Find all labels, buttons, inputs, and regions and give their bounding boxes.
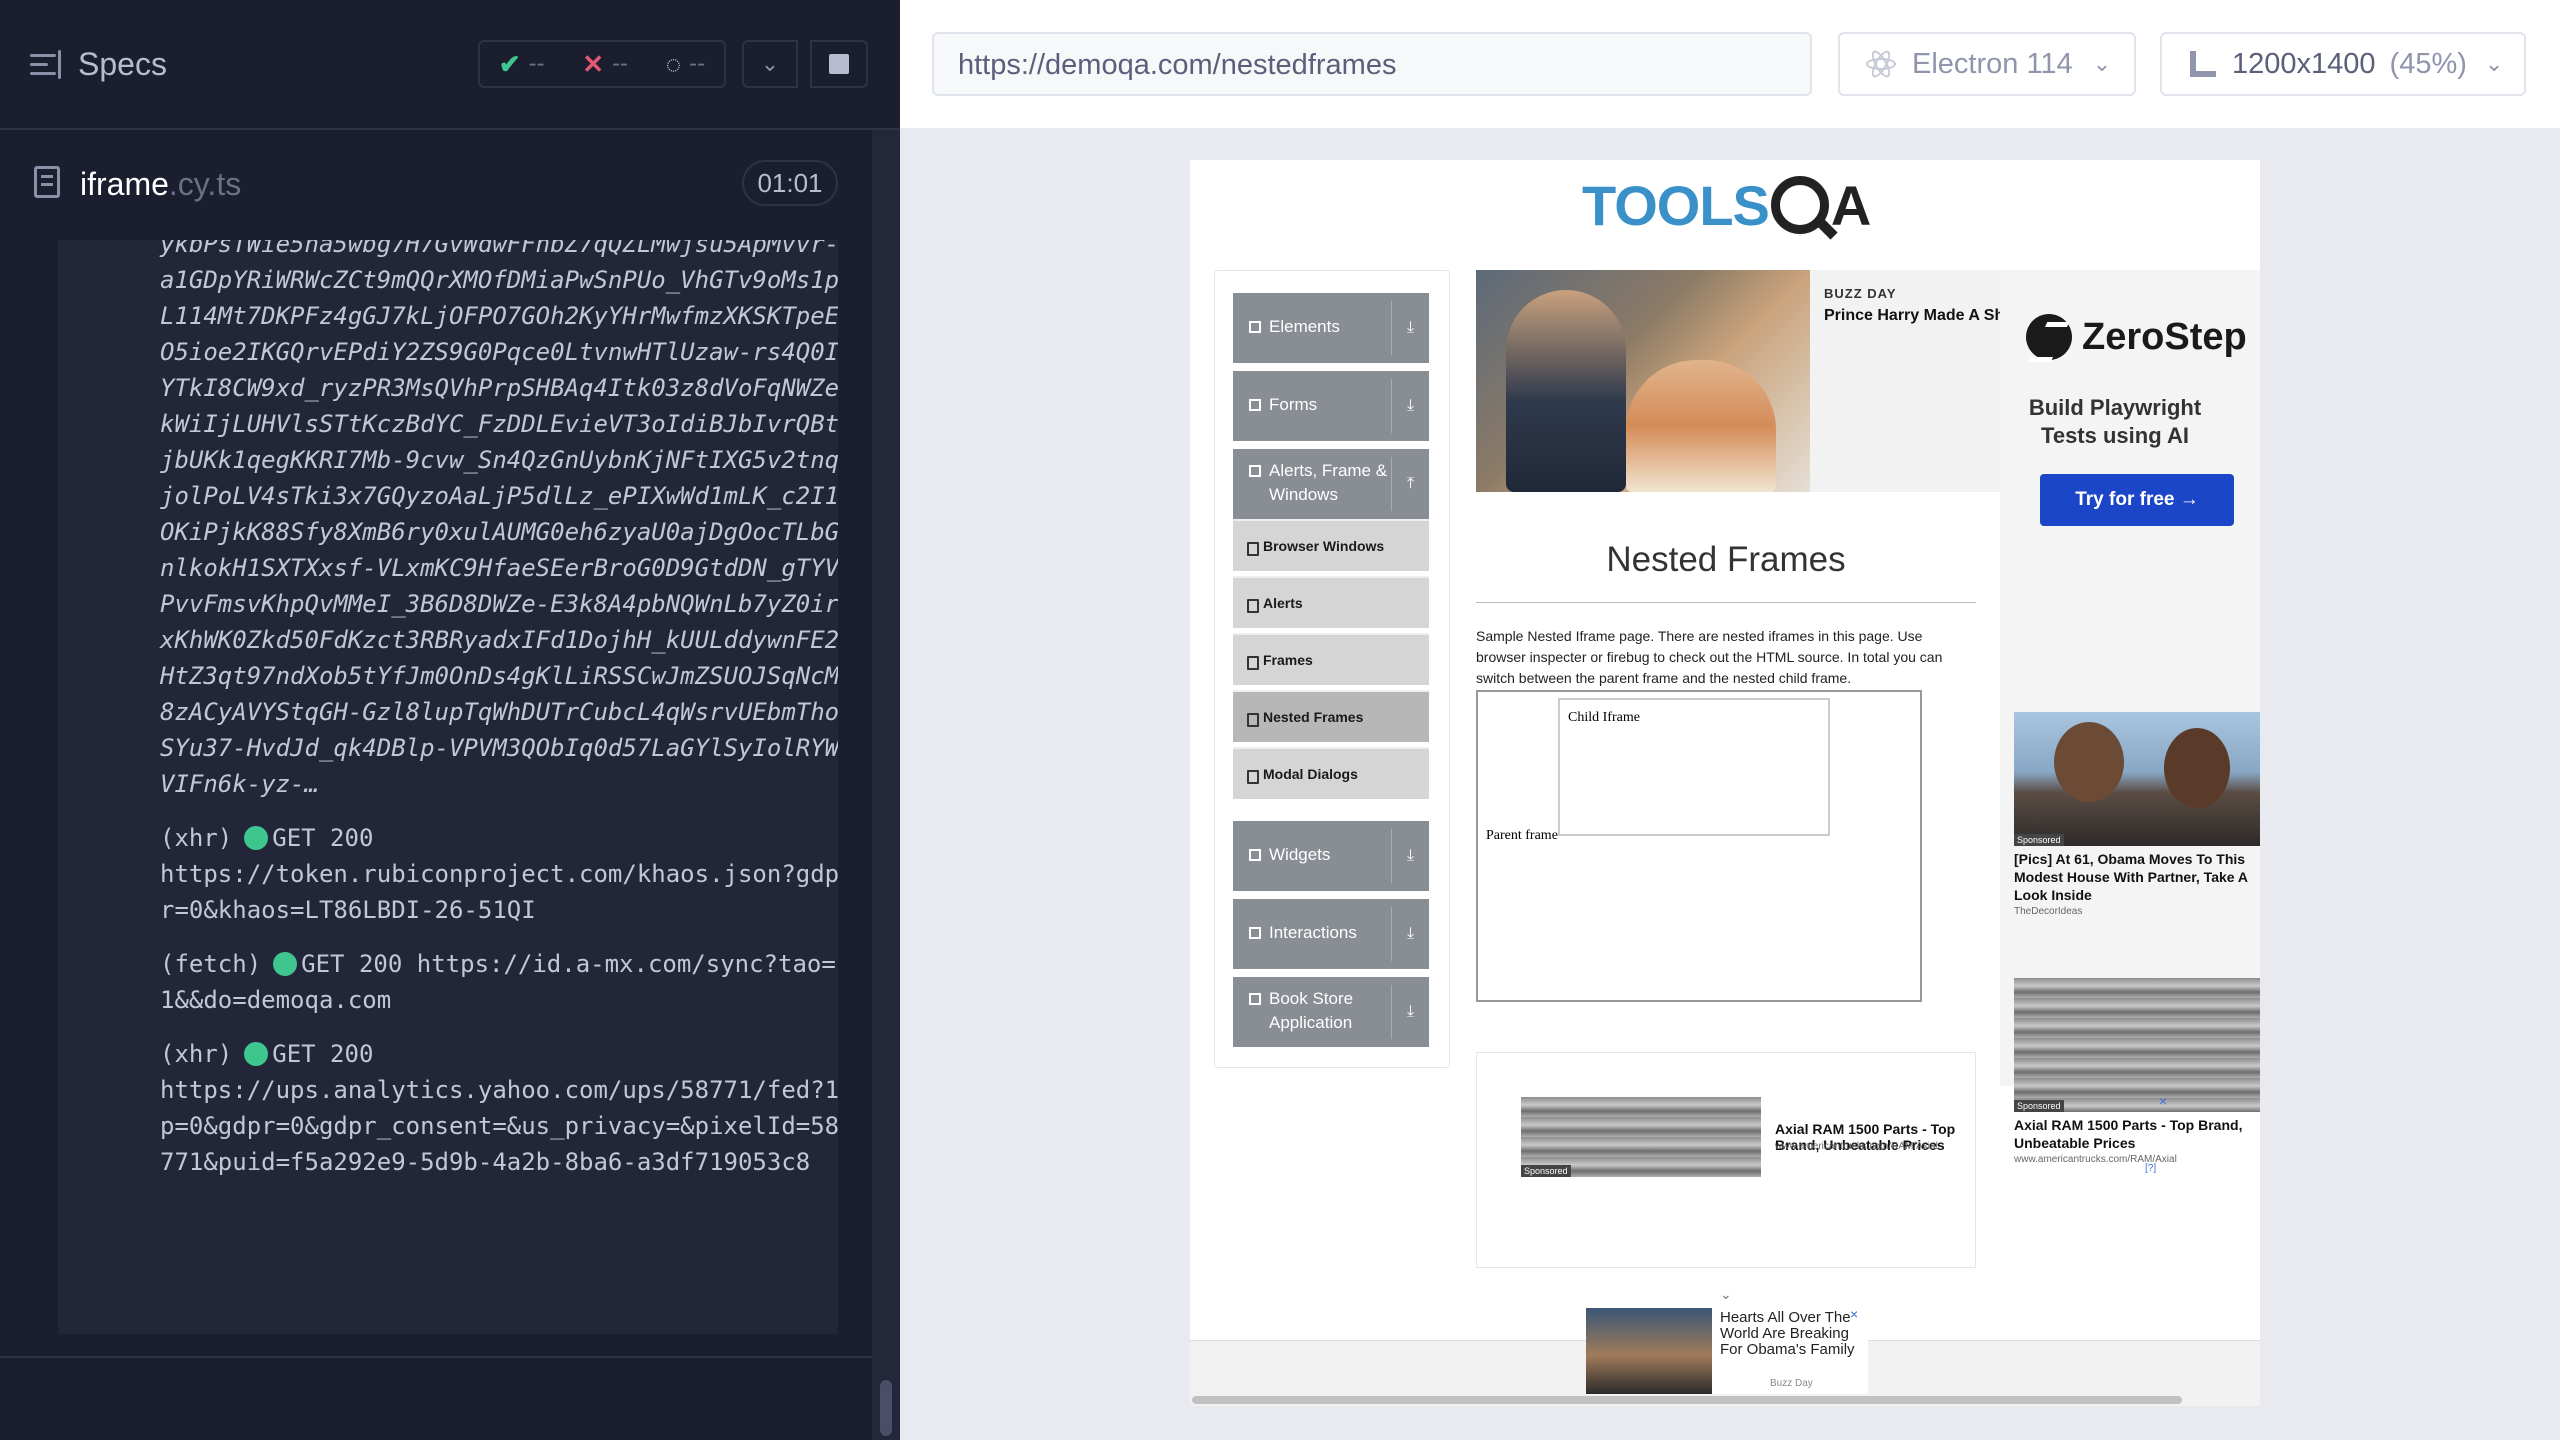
browser-selector[interactable]: Electron 114 ⌄ (1838, 32, 2136, 96)
upload-icon: ⤒ (1391, 457, 1429, 511)
electron-icon (1866, 48, 1896, 80)
parent-frame[interactable]: Parent frame Child Iframe (1476, 690, 1922, 1002)
form-icon (1249, 399, 1261, 411)
divider (1476, 602, 1976, 603)
chevron-down-icon[interactable]: ⌄ (1720, 1286, 1732, 1303)
sidebar-group-interactions[interactable]: Interactions ⤓ (1233, 899, 1429, 969)
zerostep-ad[interactable]: ZeroStep Build Playwright Tests using AI… (2000, 270, 2260, 1165)
sidebar-group-book-store[interactable]: Book Store Application ⤓ (1233, 977, 1429, 1047)
page-title: Nested Frames (1606, 540, 1846, 579)
spinner-icon: ◌ (665, 48, 682, 79)
try-for-free-button[interactable]: Try for free → (2040, 474, 2234, 526)
status-dot-icon (244, 1042, 269, 1066)
close-icon[interactable]: × (2159, 1093, 2167, 1109)
pending-count: ◌ -- (665, 48, 706, 79)
runner-panel: Specs ✔ -- ✕ -- ◌ -- ⌄ iframe.cy.ts 01:01 y… (0, 0, 900, 1440)
app-under-test[interactable]: TOOLS A Elements ⤓ Forms ⤓ Alerts, Frame… (1190, 160, 2260, 1406)
sidebar-item-browser-windows[interactable]: Browser Windows (1233, 519, 1429, 571)
child-frame-label: Child Iframe (1568, 710, 1640, 725)
ad-image: Sponsored (1521, 1097, 1761, 1177)
log-entry[interactable]: (xhr) GET 200 https://ups.analytics.yahoo.… (160, 1036, 838, 1180)
passed-count: ✔ -- (498, 48, 545, 79)
aut-toolbar: https://demoqa.com/nestedframes Electron… (900, 0, 2560, 128)
zerostep-logo: ZeroStep (2026, 314, 2247, 360)
log-entry[interactable]: (fetch) GET 200 https://id.a-mx.com/sync?… (160, 946, 838, 1018)
sidebar-item-frames[interactable]: Frames (1233, 633, 1429, 685)
spec-file-row[interactable]: iframe.cy.ts 01:01 (0, 150, 900, 216)
status-dot-icon (244, 826, 269, 850)
ad-image: Sponsored (2014, 978, 2260, 1112)
check-icon: ✔ (498, 48, 521, 79)
stop-icon (829, 54, 849, 74)
cursor-icon (1249, 927, 1261, 939)
log-entry[interactable]: (xhr) GET 200 https://token.rubiconproject… (160, 820, 838, 928)
adchoices-icon[interactable]: [?] (2145, 1163, 2156, 1174)
log-response-blob: ykbPsTWie5ha5wbg7H7GvWdwFFhbZ7qQZLMwjsu5… (160, 240, 838, 798)
page-description: Sample Nested Iframe page. There are nes… (1476, 628, 1943, 686)
ad-image (1586, 1308, 1712, 1394)
sidebar-group-elements[interactable]: Elements ⤓ (1233, 293, 1429, 363)
viewport-selector[interactable]: 1200x1400 (45%) ⌄ (2160, 32, 2526, 96)
ad-image: Sponsored (2014, 712, 2260, 846)
specs-list-toggle-icon[interactable] (30, 50, 64, 80)
sidebar-group-widgets[interactable]: Widgets ⤓ (1233, 821, 1429, 891)
test-stats: ✔ -- ✕ -- ◌ -- (478, 40, 726, 88)
chevron-down-icon[interactable]: ⌄ (742, 40, 798, 88)
news-ad-image[interactable] (1476, 270, 1810, 492)
download-icon: ⤓ (1391, 907, 1429, 961)
specs-label[interactable]: Specs (78, 46, 167, 83)
spec-file-name: iframe.cy.ts (80, 166, 242, 202)
viewport-scale: (45%) (2389, 47, 2467, 80)
stop-button[interactable] (810, 40, 868, 88)
browser-label: Electron 114 (1912, 47, 2073, 80)
toolsqa-logo[interactable]: TOOLS A (1582, 170, 1871, 240)
gear-icon (1770, 176, 1829, 234)
zerostep-icon (2026, 314, 2072, 360)
download-icon: ⤓ (1391, 379, 1429, 433)
scrollbar-thumb[interactable] (880, 1380, 892, 1436)
divider (0, 1356, 880, 1358)
chevron-down-icon: ⌄ (2484, 51, 2504, 76)
side-ad-card[interactable]: Sponsored Axial RAM 1500 Parts - Top Bra… (2014, 978, 2260, 1165)
zerostep-tagline: Build Playwright Tests using AI (2028, 395, 2202, 448)
sidebar-item-alerts[interactable]: Alerts (1233, 576, 1429, 628)
parent-frame-label: Parent frame (1486, 828, 1558, 843)
floating-ad[interactable]: ⌄ Hearts All Over The World Are Breaking… (1586, 1286, 1868, 1394)
command-log[interactable]: ykbPsTWie5ha5wbg7H7GvWdwFFhbZ7qQZLMwjsu5… (58, 240, 838, 1334)
log-scrollbar[interactable] (872, 130, 900, 1440)
sidebar-group-forms[interactable]: Forms ⤓ (1233, 371, 1429, 441)
book-icon (1249, 993, 1261, 1005)
document-icon (34, 166, 60, 198)
failed-count: ✕ -- (582, 48, 629, 79)
list-icon (1249, 321, 1261, 333)
sidebar-item-modal-dialogs[interactable]: Modal Dialogs (1233, 747, 1429, 799)
download-icon: ⤓ (1391, 829, 1429, 883)
runner-header: Specs ✔ -- ✕ -- ◌ -- ⌄ (0, 0, 900, 130)
x-icon: ✕ (582, 48, 605, 79)
bottom-banner-ad[interactable]: Sponsored Axial RAM 1500 Parts - Top Bra… (1476, 1052, 2167, 1268)
news-ad-text[interactable]: BUZZ DAY Prince Harry Made A Sh (1810, 270, 2000, 492)
window-icon (1249, 465, 1261, 477)
url-field[interactable]: https://demoqa.com/nestedframes (932, 32, 1812, 96)
sidebar-group-alerts[interactable]: Alerts, Frame & Windows ⤒ (1233, 449, 1429, 519)
status-dot-icon (273, 952, 298, 976)
viewport-size: 1200x1400 (2232, 47, 2376, 80)
chevron-down-icon: ⌄ (2092, 51, 2112, 76)
horizontal-scrollbar[interactable] (1192, 1396, 2182, 1404)
close-icon[interactable]: × (1850, 1306, 1858, 1322)
download-icon: ⤓ (1391, 985, 1429, 1039)
duration-badge: 01:01 (742, 160, 838, 206)
download-icon: ⤓ (1391, 301, 1429, 355)
sidebar: Elements ⤓ Forms ⤓ Alerts, Frame & Windo… (1214, 270, 1450, 1068)
grid-icon (1249, 849, 1261, 861)
sidebar-item-nested-frames[interactable]: Nested Frames (1233, 690, 1429, 742)
side-ad-card[interactable]: Sponsored [Pics] At 61, Obama Moves To T… (2014, 712, 2260, 917)
child-iframe[interactable]: Child Iframe (1558, 698, 1830, 836)
ruler-icon (2188, 49, 2218, 79)
